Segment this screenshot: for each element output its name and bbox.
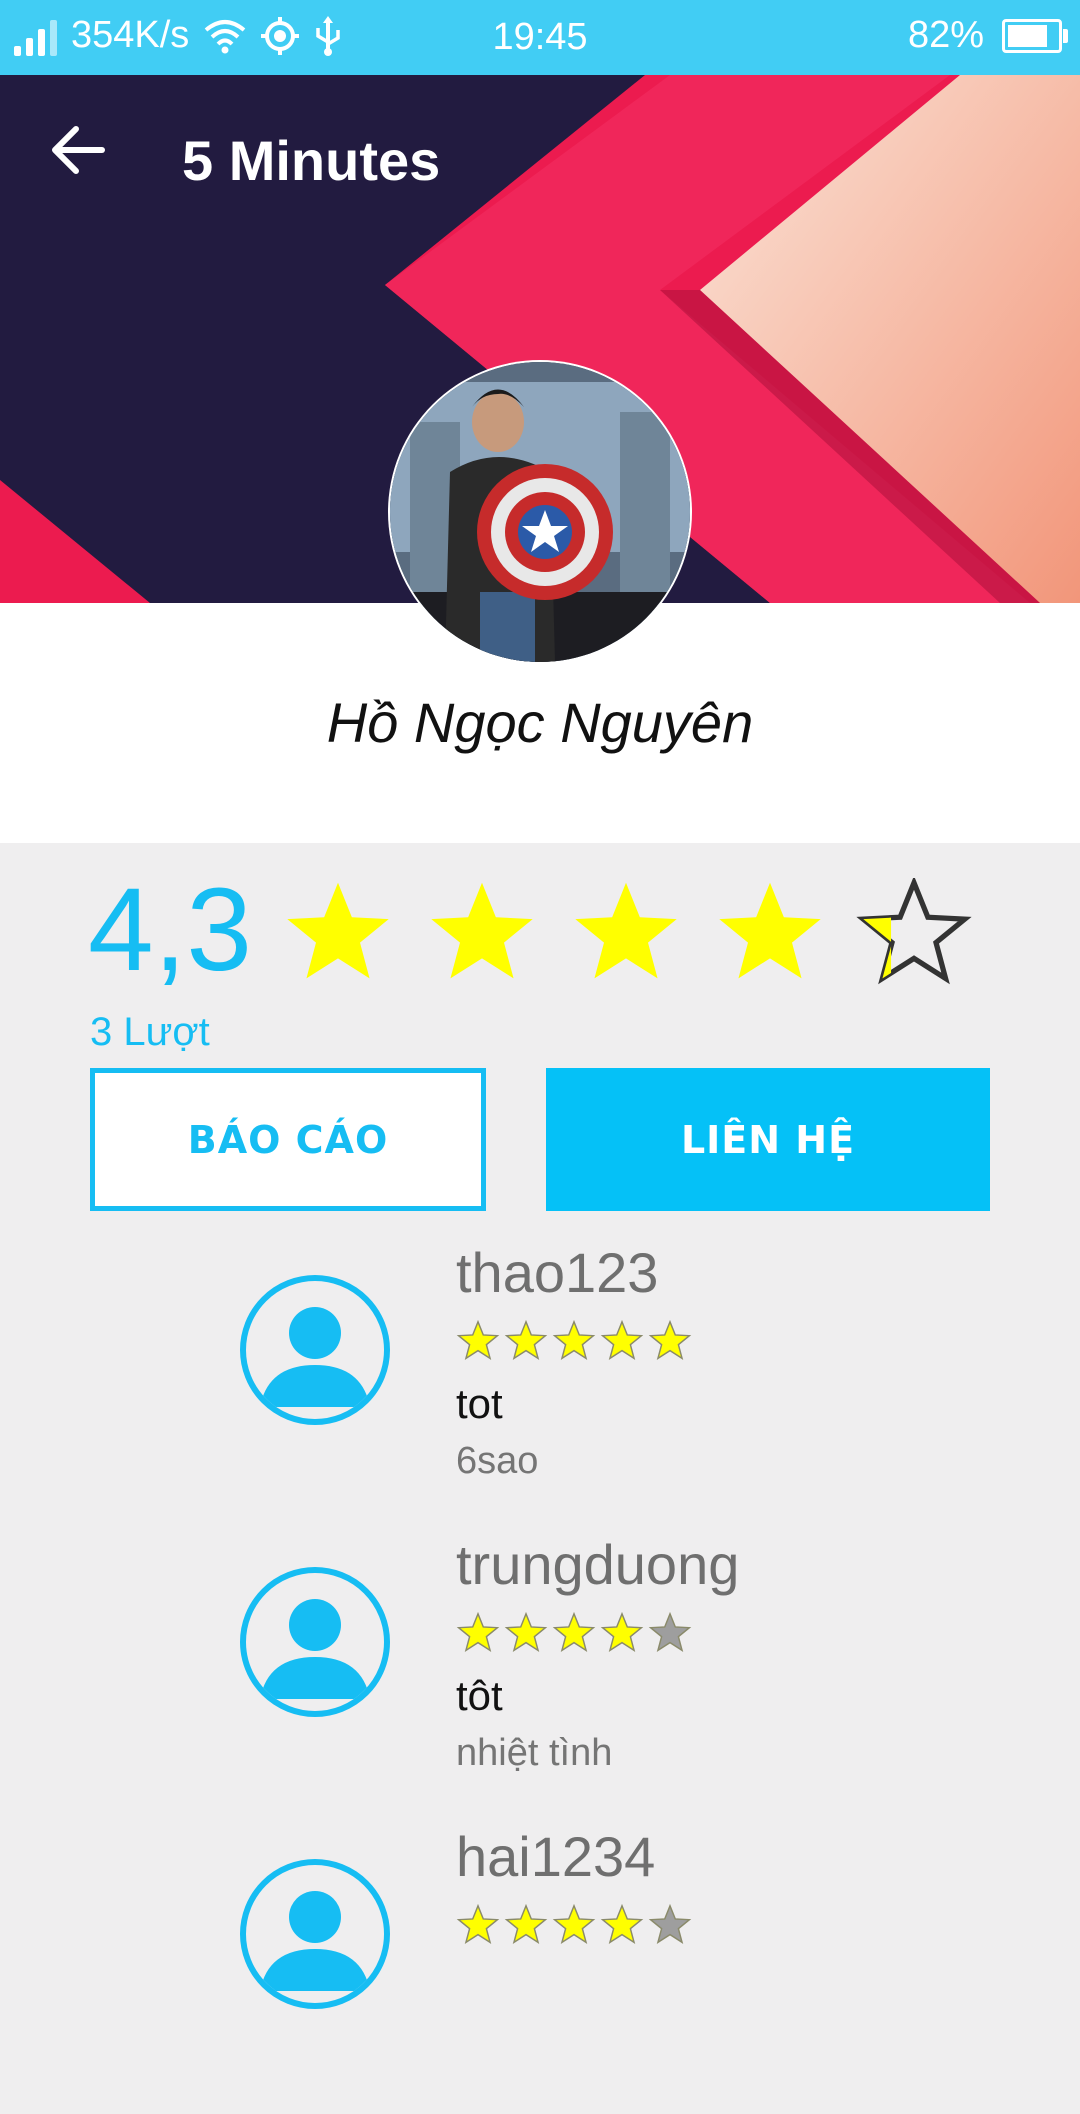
review-username: hai1234 <box>456 1825 656 1888</box>
star-icon <box>575 882 677 979</box>
review-item: trungduong tôt nhiệt tình <box>0 1532 1080 1822</box>
page-title: 5 Minutes <box>182 129 441 192</box>
review-stars <box>456 1320 692 1362</box>
contact-button[interactable]: LIÊN HỆ <box>546 1068 990 1211</box>
star-icon <box>431 882 533 979</box>
review-detail: 6sao <box>456 1440 539 1482</box>
star-icon <box>648 1904 692 1944</box>
star-icon <box>456 1904 500 1944</box>
battery-percent: 82% <box>907 14 984 56</box>
star-icon <box>648 1612 692 1652</box>
review-stars <box>456 1904 692 1946</box>
review-item: thao123 tot 6sao <box>0 1240 1080 1530</box>
back-button[interactable] <box>50 125 120 195</box>
review-username: trungduong <box>456 1533 740 1596</box>
star-icon <box>856 878 972 985</box>
star-icon <box>719 882 821 979</box>
status-bar: 354K/s 19:45 82% <box>0 0 1080 75</box>
review-stars <box>456 1612 692 1654</box>
profile-photo <box>390 362 690 662</box>
star-icon <box>600 1904 644 1944</box>
star-icon <box>287 882 389 979</box>
star-icon <box>456 1612 500 1652</box>
star-icon <box>504 1904 548 1944</box>
star-icon <box>648 1320 692 1360</box>
star-icon <box>456 1320 500 1360</box>
profile-name: Hồ Ngọc Nguyên <box>326 691 754 754</box>
user-avatar-icon <box>240 1859 390 2009</box>
review-comment: tôt <box>456 1672 503 1719</box>
star-icon <box>552 1904 596 1944</box>
star-icon <box>504 1612 548 1652</box>
user-avatar-icon <box>240 1275 390 1425</box>
profile-avatar <box>390 362 690 662</box>
star-icon <box>552 1612 596 1652</box>
battery-icon <box>1002 18 1068 53</box>
report-button[interactable]: BÁO CÁO <box>90 1068 486 1211</box>
star-icon <box>600 1320 644 1360</box>
rating-score: 4,3 <box>88 864 253 996</box>
review-username: thao123 <box>456 1241 659 1304</box>
arrow-left-icon <box>52 126 105 174</box>
star-icon <box>552 1320 596 1360</box>
review-detail: nhiệt tình <box>456 1732 613 1774</box>
review-comment: tot <box>456 1380 503 1427</box>
user-avatar-icon <box>240 1567 390 1717</box>
review-item: hai1234 <box>0 1824 1080 2114</box>
star-icon <box>600 1612 644 1652</box>
rating-count: 3 Lượt <box>90 1010 210 1054</box>
star-icon <box>504 1320 548 1360</box>
rating-stars <box>280 878 972 988</box>
